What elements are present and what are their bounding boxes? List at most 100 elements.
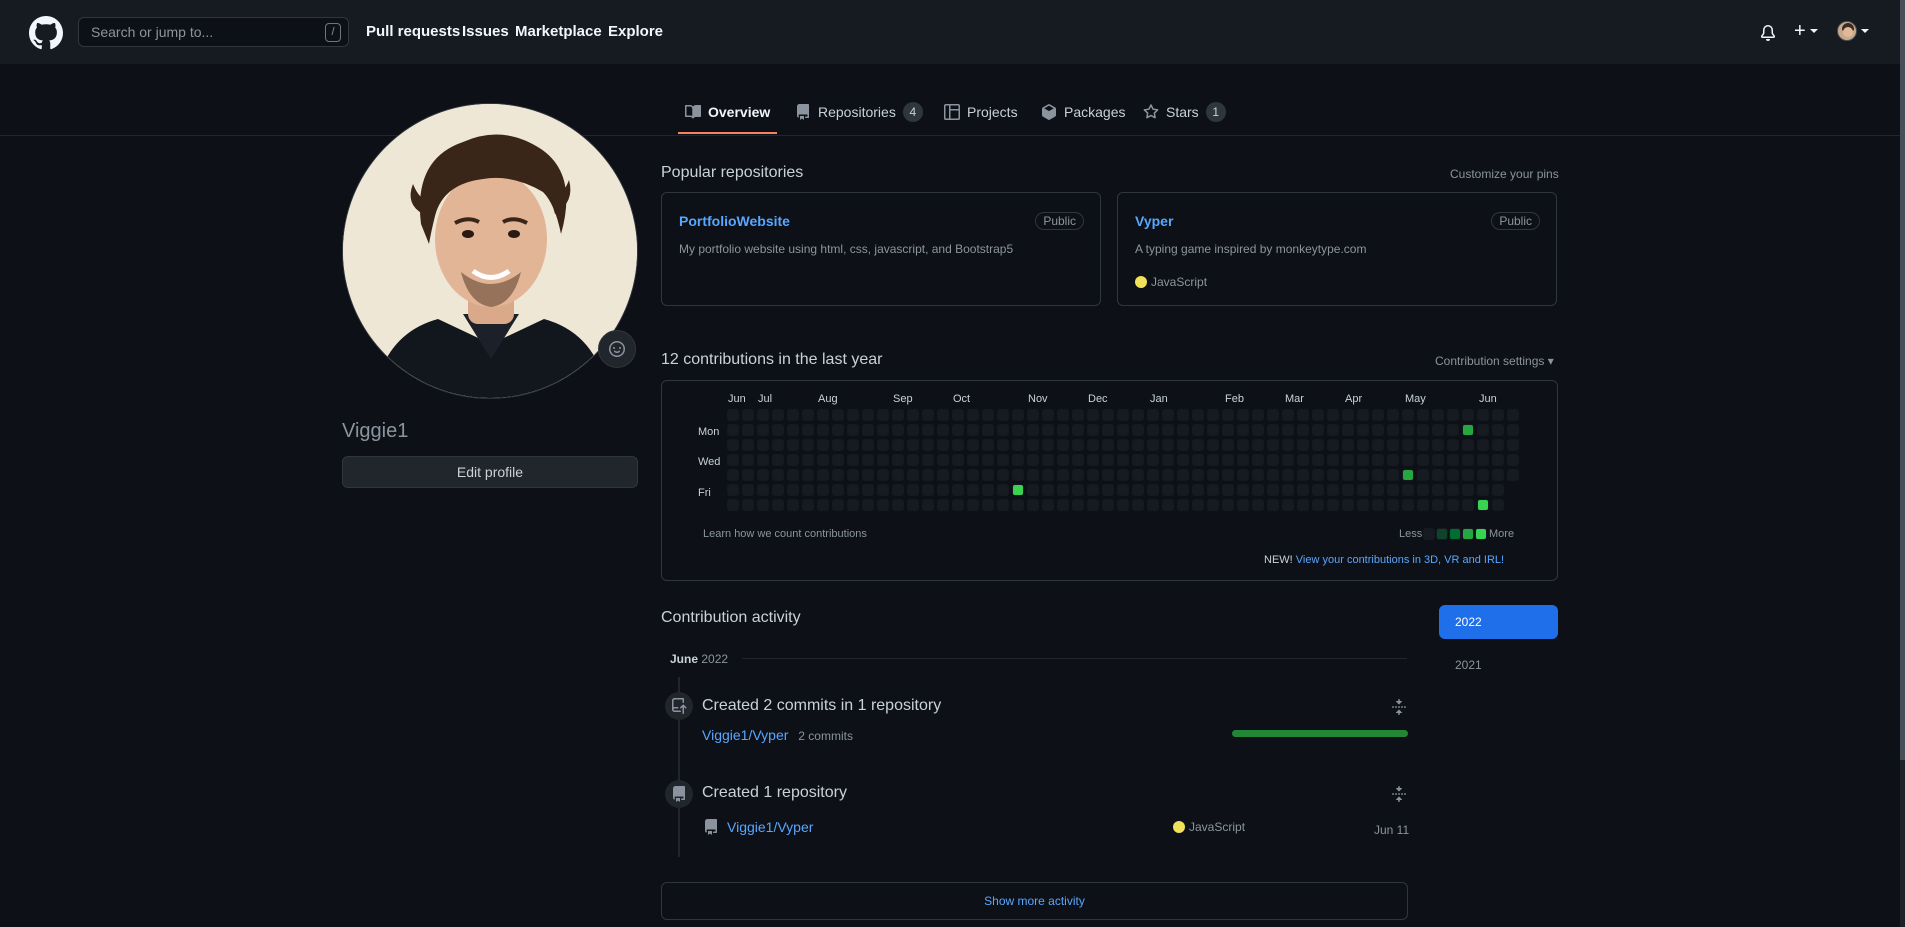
contribution-day-cell[interactable] bbox=[1342, 409, 1354, 421]
contribution-day-cell[interactable] bbox=[1402, 424, 1414, 436]
contribution-day-cell[interactable] bbox=[1372, 439, 1384, 451]
contribution-day-cell[interactable] bbox=[952, 439, 964, 451]
contribution-day-cell[interactable] bbox=[1432, 409, 1444, 421]
contribution-day-cell[interactable] bbox=[1357, 484, 1369, 496]
contribution-day-cell[interactable] bbox=[787, 469, 799, 481]
contribution-day-cell[interactable] bbox=[1012, 484, 1024, 496]
contribution-day-cell[interactable] bbox=[1042, 424, 1054, 436]
contribution-day-cell[interactable] bbox=[847, 469, 859, 481]
contribution-day-cell[interactable] bbox=[1042, 454, 1054, 466]
contribution-day-cell[interactable] bbox=[997, 409, 1009, 421]
contribution-day-cell[interactable] bbox=[1207, 484, 1219, 496]
contribution-day-cell[interactable] bbox=[1012, 454, 1024, 466]
contribution-day-cell[interactable] bbox=[817, 469, 829, 481]
contribution-day-cell[interactable] bbox=[832, 499, 844, 511]
contribution-day-cell[interactable] bbox=[937, 439, 949, 451]
contribution-day-cell[interactable] bbox=[1357, 499, 1369, 511]
contribution-day-cell[interactable] bbox=[1117, 409, 1129, 421]
contribution-day-cell[interactable] bbox=[997, 499, 1009, 511]
contribution-day-cell[interactable] bbox=[1312, 499, 1324, 511]
contribution-day-cell[interactable] bbox=[847, 409, 859, 421]
contribution-day-cell[interactable] bbox=[1132, 499, 1144, 511]
contribution-day-cell[interactable] bbox=[1432, 469, 1444, 481]
contribution-day-cell[interactable] bbox=[1252, 484, 1264, 496]
contribution-day-cell[interactable] bbox=[1222, 499, 1234, 511]
contribution-day-cell[interactable] bbox=[1087, 484, 1099, 496]
contribution-day-cell[interactable] bbox=[1282, 469, 1294, 481]
contribution-day-cell[interactable] bbox=[1507, 439, 1519, 451]
contribution-day-cell[interactable] bbox=[1492, 484, 1504, 496]
contribution-day-cell[interactable] bbox=[1252, 469, 1264, 481]
contribution-day-cell[interactable] bbox=[787, 454, 799, 466]
contribution-day-cell[interactable] bbox=[922, 454, 934, 466]
contribution-day-cell[interactable] bbox=[967, 484, 979, 496]
contribution-day-cell[interactable] bbox=[1462, 424, 1474, 436]
contribution-day-cell[interactable] bbox=[1312, 469, 1324, 481]
contribution-day-cell[interactable] bbox=[1342, 424, 1354, 436]
contribution-day-cell[interactable] bbox=[877, 454, 889, 466]
contribution-day-cell[interactable] bbox=[1177, 484, 1189, 496]
contribution-day-cell[interactable] bbox=[1207, 424, 1219, 436]
contribution-day-cell[interactable] bbox=[1222, 439, 1234, 451]
contribution-day-cell[interactable] bbox=[1192, 409, 1204, 421]
contribution-day-cell[interactable] bbox=[1297, 409, 1309, 421]
contribution-day-cell[interactable] bbox=[1102, 454, 1114, 466]
contribution-day-cell[interactable] bbox=[1147, 424, 1159, 436]
contribution-day-cell[interactable] bbox=[1387, 409, 1399, 421]
user-menu[interactable] bbox=[1837, 21, 1869, 41]
contribution-day-cell[interactable] bbox=[892, 499, 904, 511]
contribution-day-cell[interactable] bbox=[1357, 424, 1369, 436]
contribution-day-cell[interactable] bbox=[1312, 424, 1324, 436]
contribution-day-cell[interactable] bbox=[1402, 469, 1414, 481]
tab-stars[interactable]: Stars 1 bbox=[1143, 100, 1226, 124]
contribution-day-cell[interactable] bbox=[1102, 424, 1114, 436]
contribution-day-cell[interactable] bbox=[1492, 424, 1504, 436]
set-status-button[interactable] bbox=[598, 330, 636, 368]
contribution-day-cell[interactable] bbox=[1462, 469, 1474, 481]
contribution-day-cell[interactable] bbox=[1297, 454, 1309, 466]
contribution-day-cell[interactable] bbox=[817, 409, 829, 421]
contribution-day-cell[interactable] bbox=[1012, 439, 1024, 451]
contribution-day-cell[interactable] bbox=[1132, 469, 1144, 481]
contribution-day-cell[interactable] bbox=[1192, 439, 1204, 451]
tab-repositories[interactable]: Repositories 4 bbox=[795, 100, 923, 124]
contribution-day-cell[interactable] bbox=[937, 469, 949, 481]
contribution-day-cell[interactable] bbox=[1342, 484, 1354, 496]
contribution-day-cell[interactable] bbox=[1417, 454, 1429, 466]
contribution-day-cell[interactable] bbox=[1042, 469, 1054, 481]
contribution-day-cell[interactable] bbox=[1177, 454, 1189, 466]
contribution-day-cell[interactable] bbox=[1072, 469, 1084, 481]
contribution-day-cell[interactable] bbox=[1477, 439, 1489, 451]
nav-marketplace[interactable]: Marketplace bbox=[515, 23, 602, 40]
contribution-day-cell[interactable] bbox=[1267, 469, 1279, 481]
contribution-day-cell[interactable] bbox=[1327, 499, 1339, 511]
contribution-day-cell[interactable] bbox=[1387, 484, 1399, 496]
contribution-day-cell[interactable] bbox=[1027, 439, 1039, 451]
contribution-day-cell[interactable] bbox=[757, 439, 769, 451]
contribution-day-cell[interactable] bbox=[1477, 424, 1489, 436]
tab-overview[interactable]: Overview bbox=[685, 100, 770, 124]
contribution-day-cell[interactable] bbox=[1462, 409, 1474, 421]
learn-contributions-link[interactable]: Learn how we count contributions bbox=[703, 528, 867, 540]
contribution-day-cell[interactable] bbox=[1177, 439, 1189, 451]
contribution-day-cell[interactable] bbox=[742, 409, 754, 421]
contribution-day-cell[interactable] bbox=[1297, 499, 1309, 511]
contribution-day-cell[interactable] bbox=[1492, 469, 1504, 481]
contribution-day-cell[interactable] bbox=[1162, 409, 1174, 421]
contribution-day-cell[interactable] bbox=[982, 469, 994, 481]
contribution-day-cell[interactable] bbox=[907, 409, 919, 421]
contribution-day-cell[interactable] bbox=[1417, 424, 1429, 436]
contribution-day-cell[interactable] bbox=[1507, 454, 1519, 466]
contribution-day-cell[interactable] bbox=[1087, 469, 1099, 481]
contribution-day-cell[interactable] bbox=[1447, 409, 1459, 421]
contribution-day-cell[interactable] bbox=[1297, 424, 1309, 436]
contribution-day-cell[interactable] bbox=[772, 469, 784, 481]
contribution-day-cell[interactable] bbox=[1402, 409, 1414, 421]
contribution-day-cell[interactable] bbox=[727, 454, 739, 466]
contribution-day-cell[interactable] bbox=[1342, 499, 1354, 511]
contribution-day-cell[interactable] bbox=[1222, 409, 1234, 421]
scrollbar-thumb[interactable] bbox=[1900, 0, 1905, 760]
contribution-day-cell[interactable] bbox=[1027, 469, 1039, 481]
contribution-day-cell[interactable] bbox=[1222, 424, 1234, 436]
contribution-day-cell[interactable] bbox=[772, 409, 784, 421]
